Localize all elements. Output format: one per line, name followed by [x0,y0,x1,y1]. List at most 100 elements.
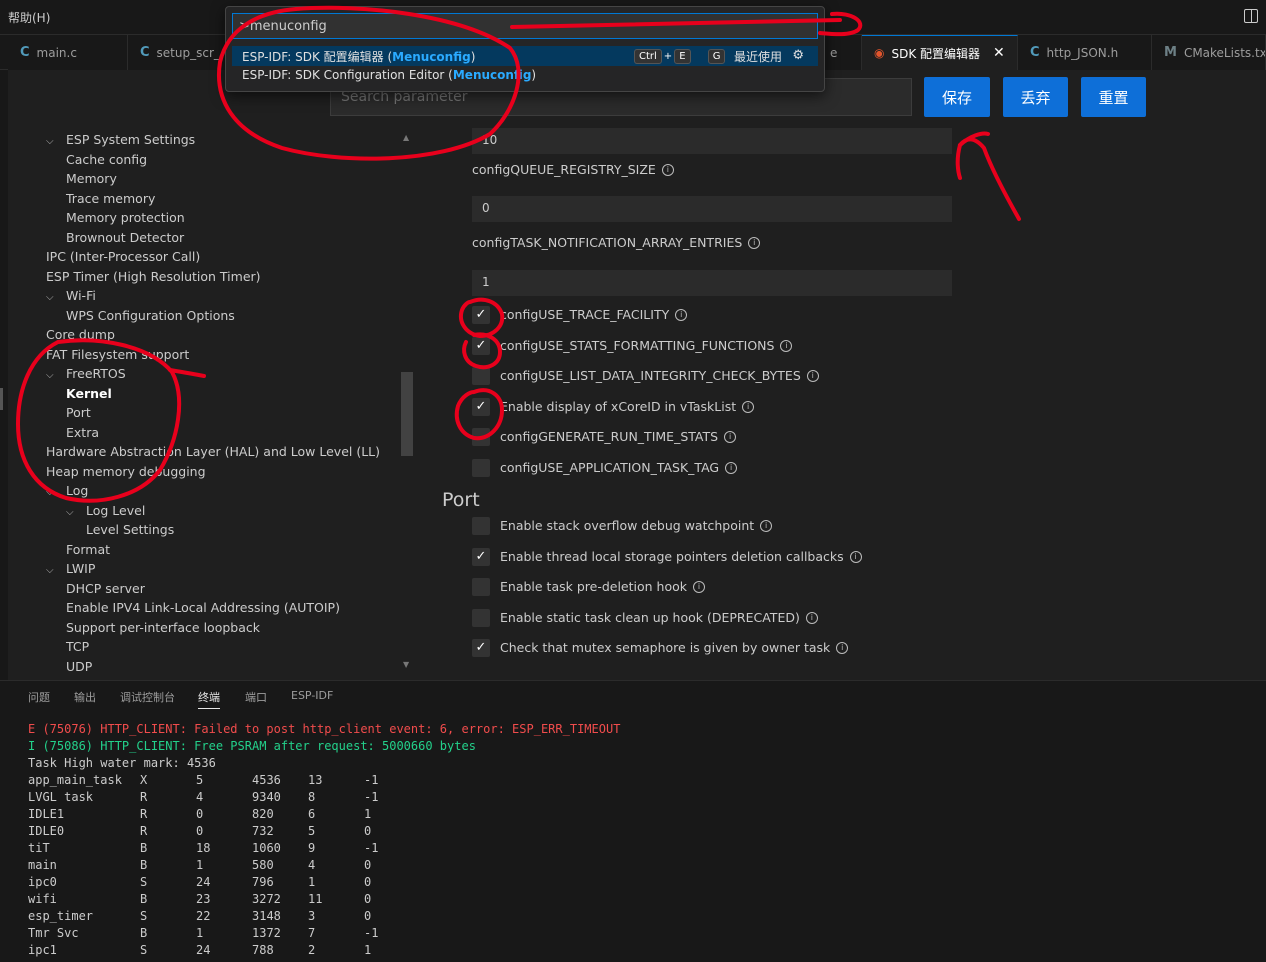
checkbox-use-stats-formatting[interactable]: ✓ [472,337,490,355]
chevron-down-icon[interactable]: ⌵ [46,565,54,576]
terminal-line: Task High water mark: 4536 [28,756,216,770]
discard-button[interactable]: 丢弃 [1003,77,1068,117]
info-icon[interactable]: i [806,369,819,382]
tree-item-hal[interactable]: Hardware Abstraction Layer (HAL) and Low… [46,444,380,459]
tree-item-log-level[interactable]: Log Level [86,503,145,518]
info-icon[interactable]: i [742,400,755,413]
chevron-down-icon[interactable]: ⌵ [66,507,74,518]
unlabeled-number-input[interactable]: 1 [472,270,952,296]
palette-result-sdk-config-cn[interactable]: ESP-IDF: SDK 配置编辑器 (Menuconfig) Ctrl + E G… [232,46,818,66]
task-value-cell: 1372 [252,926,281,940]
tree-item-wifi[interactable]: Wi-Fi [66,288,96,303]
task-value-cell: S [140,943,148,957]
gear-icon[interactable]: ⚙ [792,48,804,63]
tab-setup-scr[interactable]: C setup_scr_ [128,35,226,70]
label-text: configGENERATE_RUN_TIME_STATS [500,429,719,444]
panel-tab-terminal[interactable]: 终端 [198,689,220,709]
tree-item-trace-memory[interactable]: Trace memory [66,191,155,206]
tree-item-loopback[interactable]: Support per-interface loopback [66,620,260,635]
tree-item-udp[interactable]: UDP [66,659,92,673]
generate-run-time-stats-label: configGENERATE_RUN_TIME_STATS i [500,429,737,444]
checkbox-list-data-integrity[interactable] [472,367,490,385]
tree-item-cache-config[interactable]: Cache config [66,152,147,167]
chevron-down-icon[interactable]: ⌵ [46,292,54,303]
palette-result-sdk-config-en[interactable]: ESP-IDF: SDK Configuration Editor (Menuc… [232,66,818,86]
panel-tab-ports[interactable]: 端口 [245,689,267,705]
scroll-down-arrow-icon[interactable]: ▼ [403,660,409,669]
menu-help[interactable]: 帮助(H) [8,9,50,26]
tree-item-autoip[interactable]: Enable IPV4 Link-Local Addressing (AUTOI… [66,600,340,615]
panel-tab-output[interactable]: 输出 [74,689,96,705]
chevron-down-icon[interactable]: ⌵ [46,370,54,381]
checkbox-generate-run-time-stats[interactable] [472,428,490,446]
checkbox-tls-deletion-callbacks[interactable]: ✓ [472,548,490,566]
tree-item-extra[interactable]: Extra [66,425,99,440]
scroll-up-arrow-icon[interactable]: ▲ [403,133,409,142]
info-icon[interactable]: i [805,611,818,624]
command-palette: ESP-IDF: SDK 配置编辑器 (Menuconfig) Ctrl+E G… [225,6,825,92]
terminal-output[interactable]: E (75076) HTTP_CLIENT: Failed to post ht… [0,711,1266,962]
info-icon[interactable]: i [760,519,773,532]
tree-item-ipc[interactable]: IPC (Inter-Processor Call) [46,249,200,264]
tree-item-lwip[interactable]: LWIP [66,561,95,576]
info-icon[interactable]: i [748,236,761,249]
reset-button[interactable]: 重置 [1081,77,1146,117]
info-icon[interactable]: i [836,641,849,654]
checkbox-mutex-owner-check[interactable]: ✓ [472,639,490,657]
tree-item-memory-protection[interactable]: Memory protection [66,210,185,225]
command-palette-input[interactable] [232,13,818,39]
checkbox-stack-overflow-watchpoint[interactable] [472,517,490,535]
info-icon[interactable]: i [675,308,688,321]
tree-item-dhcp-server[interactable]: DHCP server [66,581,145,596]
tab-main-c[interactable]: C main.c [8,35,128,70]
chevron-down-icon[interactable]: ⌵ [46,136,54,147]
tab-label: CMakeLists.txt [1183,45,1266,60]
close-icon[interactable]: ✕ [993,45,1005,61]
task-notification-array-entries-input[interactable]: 0 [472,196,952,222]
tree-item-core-dump[interactable]: Core dump [46,327,115,342]
label-text: Enable thread local storage pointers del… [500,549,844,564]
tree-item-format[interactable]: Format [66,542,110,557]
info-icon[interactable]: i [693,580,705,593]
tree-item-wps-config[interactable]: WPS Configuration Options [66,308,235,323]
tree-item-level-settings[interactable]: Level Settings [86,522,174,537]
info-icon[interactable]: i [724,430,737,443]
panel-tab-problems[interactable]: 问题 [28,689,50,705]
tab-cmakelists[interactable]: M CMakeLists.txt [1152,35,1266,70]
tree-scrollbar-thumb[interactable] [401,372,413,456]
checkbox-xcoreid-display[interactable]: ✓ [472,398,490,416]
annotation-arrow-head [958,131,990,147]
layout-toggle-icon[interactable] [1244,9,1258,23]
tree-item-log[interactable]: Log [66,483,88,498]
info-icon[interactable]: i [661,163,674,176]
tree-item-esp-system-settings[interactable]: ESP System Settings [66,132,195,147]
checkbox-task-pre-deletion-hook[interactable] [472,578,490,596]
info-icon[interactable]: i [725,461,738,474]
checkbox-static-task-cleanup-hook[interactable] [472,609,490,627]
checkbox-use-trace-facility[interactable]: ✓ [472,306,490,324]
task-value-cell: S [140,875,148,889]
info-icon[interactable]: i [849,550,862,563]
task-value-cell: 5 [196,773,204,787]
tab-sdk-config-editor[interactable]: ◉ SDK 配置编辑器 ✕ [862,35,1018,70]
tree-item-fat-filesystem[interactable]: FAT Filesystem support [46,347,189,362]
info-icon[interactable]: i [780,339,793,352]
use-stats-formatting-label: configUSE_STATS_FORMATTING_FUNCTIONS i [500,338,793,353]
tab-http-json-h[interactable]: C http_JSON.h [1018,35,1152,70]
tree-item-esp-timer[interactable]: ESP Timer (High Resolution Timer) [46,269,261,284]
checkbox-application-task-tag[interactable] [472,459,490,477]
panel-tab-debug-console[interactable]: 调试控制台 [120,689,175,705]
queue-registry-size-input[interactable]: 10 [472,128,952,154]
tree-item-freertos[interactable]: FreeRTOS [66,366,126,381]
task-name-cell: app_main_task [28,773,122,787]
tree-item-tcp[interactable]: TCP [66,639,89,654]
tree-item-port[interactable]: Port [66,405,91,420]
tree-item-heap-debugging[interactable]: Heap memory debugging [46,464,206,479]
panel-tab-esp-idf[interactable]: ESP-IDF [291,689,333,702]
label-text: configQUEUE_REGISTRY_SIZE [472,162,656,177]
chevron-down-icon[interactable]: ⌵ [46,487,54,498]
save-button[interactable]: 保存 [924,77,990,117]
tree-item-brownout-detector[interactable]: Brownout Detector [66,230,184,245]
tree-item-kernel[interactable]: Kernel [66,386,112,401]
tree-item-memory[interactable]: Memory [66,171,117,186]
